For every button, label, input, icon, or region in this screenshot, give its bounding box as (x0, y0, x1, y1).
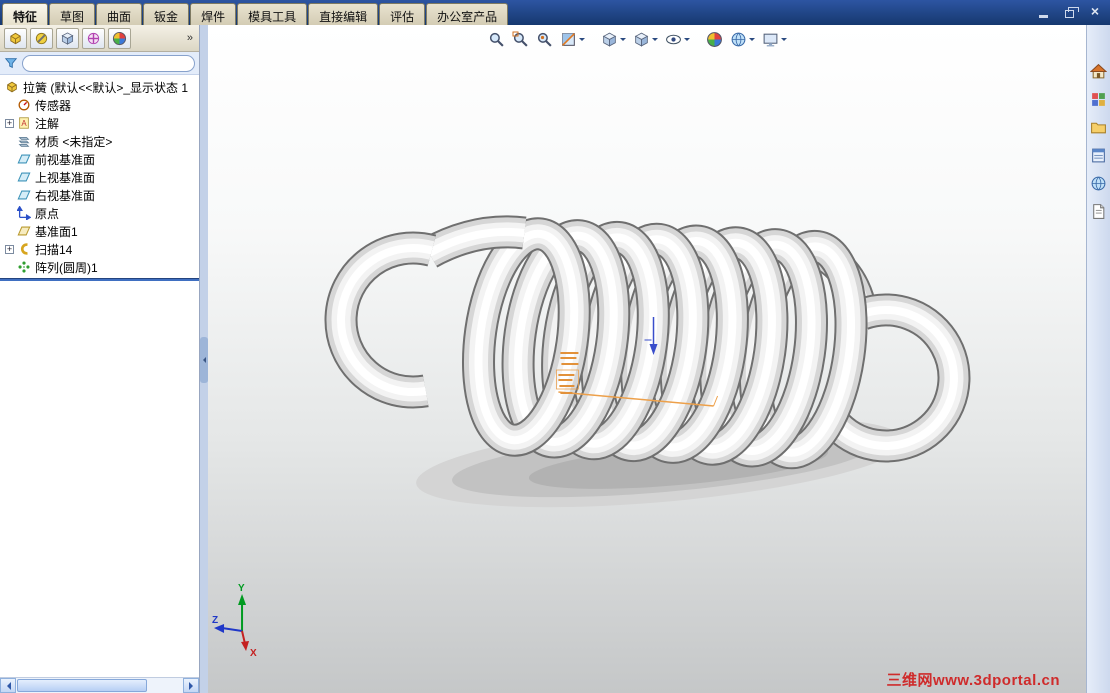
zoom-to-fit-button[interactable] (486, 29, 507, 49)
displaymanager-icon[interactable] (108, 27, 131, 49)
spring-coils (461, 217, 868, 470)
sweep-icon (17, 242, 31, 256)
hide-show-items-button[interactable] (663, 29, 692, 49)
zoom-to-selection-button[interactable] (534, 29, 555, 49)
dropdown-caret (781, 38, 787, 44)
3d-viewport[interactable]: Y Z X (208, 25, 1086, 693)
dropdown-caret (684, 38, 690, 44)
tab-office-products[interactable]: 办公室产品 (426, 3, 509, 25)
part-icon (5, 80, 19, 94)
material-icon (17, 134, 31, 148)
featuremanager-panel: » 拉簧 (默认<<默认>_显示状态 1 传感器 + 注解 材质 <未指定> 前… (0, 25, 200, 693)
watermark-text: 三维网www.3dportal.cn (886, 672, 1060, 689)
tree-filter-input[interactable] (22, 54, 195, 72)
tab-sheet-metal[interactable]: 钣金 (143, 3, 190, 25)
custom-properties-icon[interactable] (1088, 201, 1109, 222)
view-orientation-button[interactable] (599, 29, 628, 49)
section-view-button[interactable] (558, 29, 587, 49)
tree-item-plane1[interactable]: 基准面1 (0, 222, 199, 240)
tree-item-part-root[interactable]: 拉簧 (默认<<默认>_显示状态 1 (0, 78, 199, 96)
tree-filter-row (0, 52, 199, 75)
tree-item-sensors[interactable]: 传感器 (0, 96, 199, 114)
plane1-icon (17, 224, 31, 238)
svg-text:X: X (250, 648, 257, 659)
tree-item-top-plane[interactable]: 上视基准面 (0, 168, 199, 186)
dropdown-caret (652, 38, 658, 44)
dimxpertmanager-icon[interactable] (82, 27, 105, 49)
close-icon[interactable]: × (1088, 4, 1102, 18)
tab-mold-tools[interactable]: 模具工具 (237, 3, 308, 25)
view-palette-icon[interactable] (1088, 145, 1109, 166)
annotations-icon (17, 116, 31, 130)
file-explorer-icon[interactable] (1088, 117, 1109, 138)
tree-item-origin[interactable]: 原点 (0, 204, 199, 222)
origin-icon (17, 206, 31, 220)
tab-evaluate[interactable]: 评估 (379, 3, 426, 25)
propertymanager-icon[interactable] (30, 27, 53, 49)
tree-item-annotations[interactable]: + 注解 (0, 114, 199, 132)
dropdown-caret (620, 38, 626, 44)
appearances-scenes-icon[interactable] (1088, 173, 1109, 194)
plane-icon (17, 152, 31, 166)
tab-features[interactable]: 特征 (2, 3, 49, 25)
expand-toggle[interactable]: + (5, 244, 14, 254)
feature-tree: 拉簧 (默认<<默认>_显示状态 1 传感器 + 注解 材质 <未指定> 前视基… (0, 75, 199, 677)
configurationmanager-icon[interactable] (56, 27, 79, 49)
tree-item-right-plane[interactable]: 右视基准面 (0, 186, 199, 204)
window-controls: × (1036, 4, 1102, 18)
task-pane (1086, 25, 1110, 693)
tree-item-material[interactable]: 材质 <未指定> (0, 132, 199, 150)
svg-text:Y: Y (238, 583, 245, 594)
featuremanager-tree-icon[interactable] (4, 27, 27, 49)
scroll-left-button[interactable] (0, 678, 16, 693)
tab-direct-editing[interactable]: 直接编辑 (308, 3, 379, 25)
tree-item-front-plane[interactable]: 前视基准面 (0, 150, 199, 168)
graphics-area: Y Z X 三维网www.3dportal.cn (208, 25, 1086, 693)
circular-pattern-icon (17, 260, 31, 274)
tab-sketch[interactable]: 草图 (49, 3, 96, 25)
dropdown-caret (579, 38, 585, 44)
scroll-right-button[interactable] (183, 678, 199, 693)
plane-icon (17, 170, 31, 184)
tab-weldments[interactable]: 焊件 (190, 3, 237, 25)
expand-toggle[interactable]: + (5, 118, 14, 128)
design-library-icon[interactable] (1088, 89, 1109, 110)
heads-up-view-toolbar (486, 28, 789, 50)
scrollbar-track[interactable] (16, 678, 183, 693)
reference-triad: Y Z X (212, 583, 257, 659)
filter-funnel-icon[interactable] (4, 56, 18, 70)
panel-collapse-handle[interactable] (200, 337, 208, 383)
panel-tab-strip: » (0, 25, 199, 52)
tab-surfaces[interactable]: 曲面 (96, 3, 143, 25)
edit-appearance-button[interactable] (704, 29, 725, 49)
tree-item-circular-pattern1[interactable]: 阵列(圆周)1 (0, 258, 199, 276)
sensors-icon (17, 98, 31, 112)
panel-horizontal-scrollbar[interactable] (0, 677, 199, 693)
tree-item-sweep14[interactable]: + 扫描14 (0, 240, 199, 258)
solidworks-resources-icon[interactable] (1088, 61, 1109, 82)
display-style-button[interactable] (631, 29, 660, 49)
dropdown-caret (749, 38, 755, 44)
panel-splitter (200, 25, 208, 693)
command-manager-tabbar: 特征 草图 曲面 钣金 焊件 模具工具 直接编辑 评估 办公室产品 × (0, 0, 1110, 25)
minimize-icon[interactable] (1036, 5, 1050, 18)
apply-scene-button[interactable] (728, 29, 757, 49)
zoom-to-area-button[interactable] (510, 29, 531, 49)
plane-icon (17, 188, 31, 202)
rollback-bar[interactable] (0, 278, 199, 281)
view-settings-button[interactable] (760, 29, 789, 49)
svg-text:Z: Z (212, 615, 218, 626)
restore-icon[interactable] (1062, 5, 1079, 18)
panel-tabs-overflow[interactable]: » (187, 32, 195, 44)
scrollbar-thumb[interactable] (17, 679, 147, 692)
